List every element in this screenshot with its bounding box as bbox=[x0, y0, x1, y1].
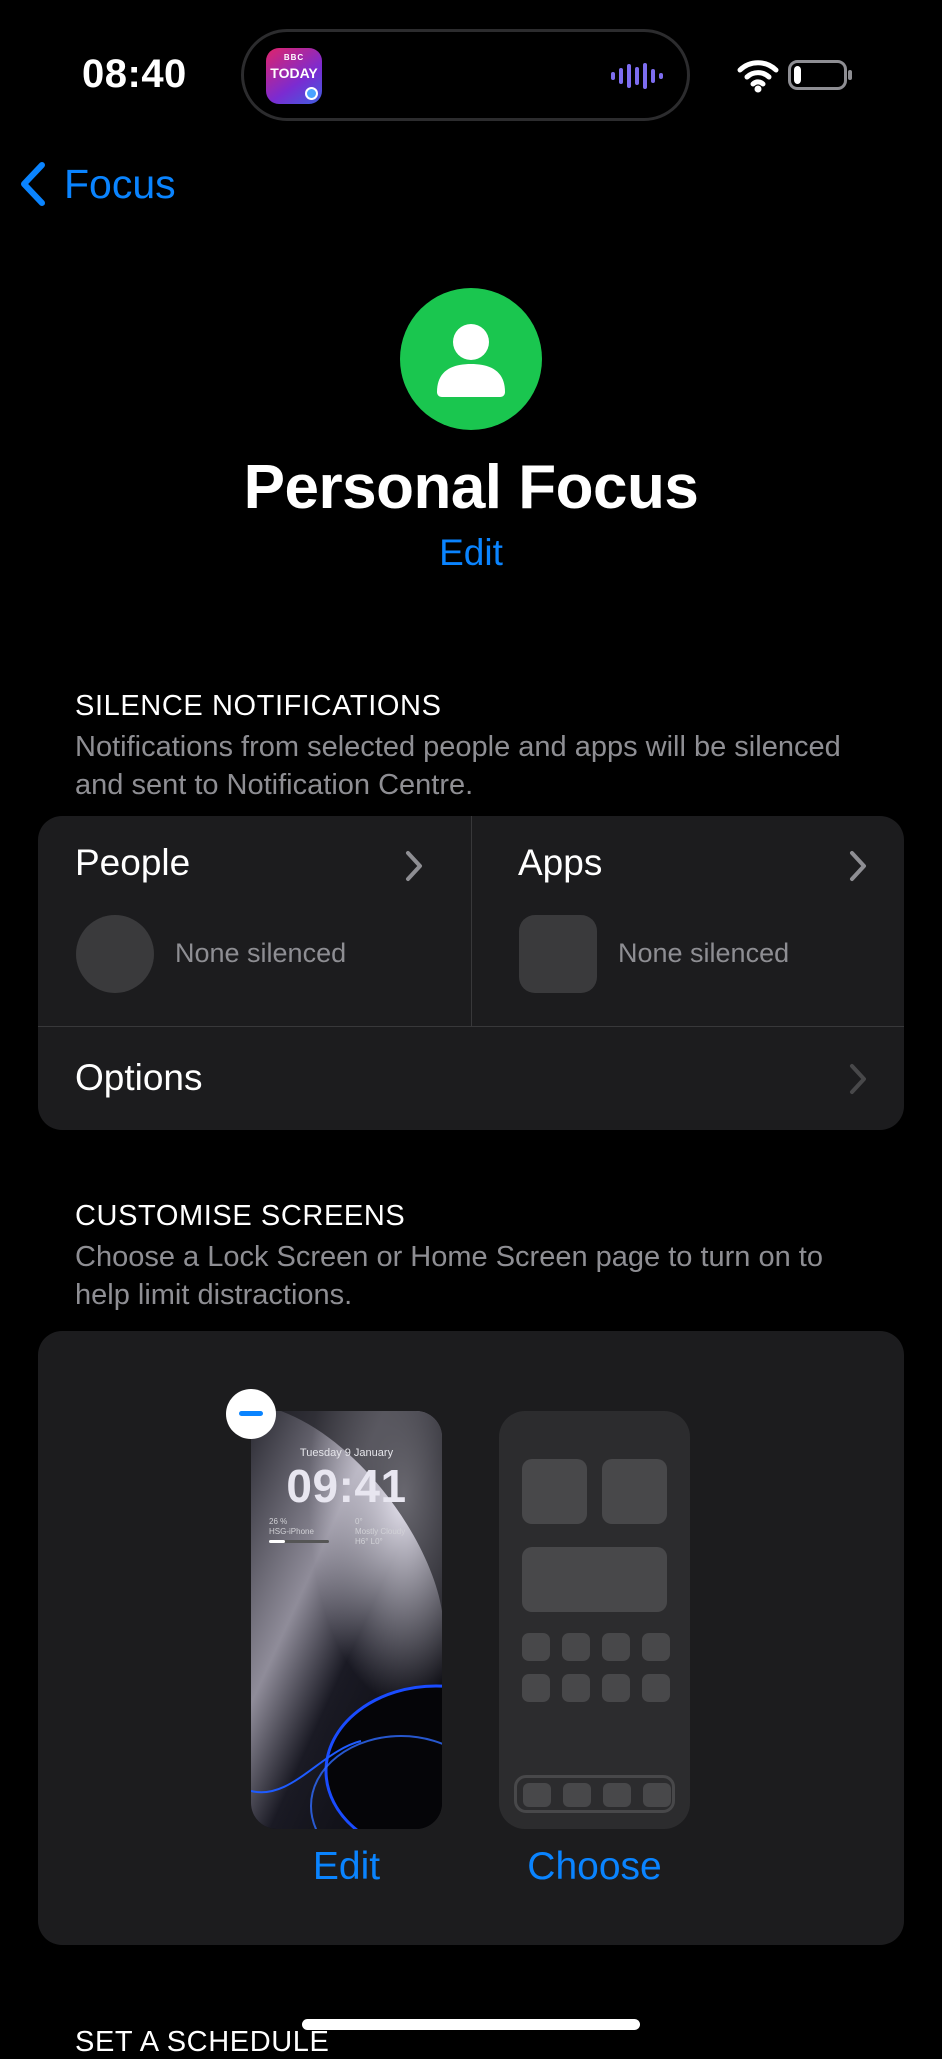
home-app-placeholder bbox=[642, 1633, 670, 1661]
weather-widget-condition: Mostly Cloudy bbox=[355, 1527, 406, 1536]
apps-cell[interactable]: Apps None silenced bbox=[472, 816, 904, 1026]
home-indicator[interactable] bbox=[302, 2019, 640, 2030]
set-schedule-header: SET A SCHEDULE bbox=[75, 2026, 330, 2058]
people-status: None silenced bbox=[175, 938, 347, 968]
silence-notifications-description: Notifications from selected people and a… bbox=[75, 731, 841, 801]
lock-screen-battery-widget: 26 % HSG-iPhone bbox=[269, 1517, 329, 1543]
choose-home-screen-button[interactable]: Choose bbox=[499, 1845, 690, 1889]
home-screen-preview[interactable] bbox=[499, 1411, 690, 1829]
battery-widget-value: 26 % bbox=[269, 1517, 288, 1526]
home-app-placeholder bbox=[642, 1674, 670, 1702]
today-app-network: BBC bbox=[283, 53, 305, 62]
people-label: People bbox=[75, 842, 191, 883]
today-app-label: TODAY bbox=[270, 65, 318, 81]
wifi-icon bbox=[737, 60, 779, 93]
remove-lock-screen-button[interactable] bbox=[226, 1389, 276, 1439]
focus-person-icon bbox=[400, 288, 542, 430]
home-app-placeholder bbox=[562, 1633, 590, 1661]
battery-widget-device: HSG-iPhone bbox=[269, 1527, 314, 1536]
chevron-right-icon bbox=[850, 1064, 866, 1094]
home-dock-placeholder bbox=[514, 1775, 675, 1813]
back-button[interactable]: Focus bbox=[18, 156, 176, 212]
today-app-icon: BBC TODAY bbox=[266, 48, 322, 104]
home-widget-placeholder bbox=[602, 1459, 667, 1524]
apps-label: Apps bbox=[518, 842, 603, 883]
dynamic-island-live-activity[interactable]: BBC TODAY bbox=[241, 29, 690, 121]
options-label: Options bbox=[75, 1057, 203, 1098]
chevron-right-icon bbox=[406, 851, 422, 881]
customise-screens-description: Choose a Lock Screen or Home Screen page… bbox=[75, 1241, 823, 1311]
lock-screen-date: Tuesday 9 January bbox=[299, 1447, 394, 1459]
home-widget-placeholder bbox=[522, 1459, 587, 1524]
person-icon bbox=[437, 324, 505, 397]
home-widget-placeholder bbox=[522, 1547, 667, 1612]
home-app-placeholder bbox=[522, 1633, 550, 1661]
status-right-icons bbox=[736, 56, 854, 96]
lock-screen-time: 09:41 bbox=[286, 1460, 407, 1512]
people-avatar-placeholder bbox=[76, 915, 154, 993]
edit-lock-screen-button[interactable]: Edit bbox=[251, 1845, 442, 1889]
home-app-placeholder bbox=[602, 1674, 630, 1702]
page-title: Personal Focus bbox=[243, 453, 699, 522]
live-dot-icon bbox=[305, 87, 318, 100]
apps-status: None silenced bbox=[618, 938, 790, 968]
status-time: 08:40 bbox=[82, 52, 187, 96]
audio-waveform-icon bbox=[611, 63, 663, 89]
silence-notifications-card: People None silenced Apps None silenced … bbox=[38, 816, 904, 1130]
home-app-placeholder bbox=[602, 1633, 630, 1661]
home-app-placeholder bbox=[562, 1674, 590, 1702]
silence-notifications-header: SILENCE NOTIFICATIONS bbox=[75, 690, 442, 722]
weather-widget-temp: 0° bbox=[355, 1517, 363, 1526]
battery-icon bbox=[788, 60, 852, 90]
customise-screens-card: Tuesday 9 January 09:41 26 % HSG-iPhone … bbox=[38, 1331, 904, 1945]
lock-screen-preview[interactable]: Tuesday 9 January 09:41 26 % HSG-iPhone … bbox=[251, 1411, 442, 1829]
chevron-right-icon bbox=[850, 851, 866, 881]
options-cell[interactable]: Options bbox=[38, 1027, 904, 1130]
chevron-left-icon bbox=[21, 162, 45, 206]
back-button-label: Focus bbox=[64, 160, 176, 207]
home-app-placeholder bbox=[522, 1674, 550, 1702]
weather-widget-range: H6° L0° bbox=[355, 1537, 383, 1546]
lock-screen-weather-widget: 0° Mostly Cloudy H6° L0° bbox=[355, 1517, 405, 1547]
edit-focus-button[interactable]: Edit bbox=[0, 532, 942, 574]
apps-icon-placeholder bbox=[519, 915, 597, 993]
customise-screens-header: CUSTOMISE SCREENS bbox=[75, 1200, 406, 1232]
people-cell[interactable]: People None silenced bbox=[38, 816, 471, 1026]
